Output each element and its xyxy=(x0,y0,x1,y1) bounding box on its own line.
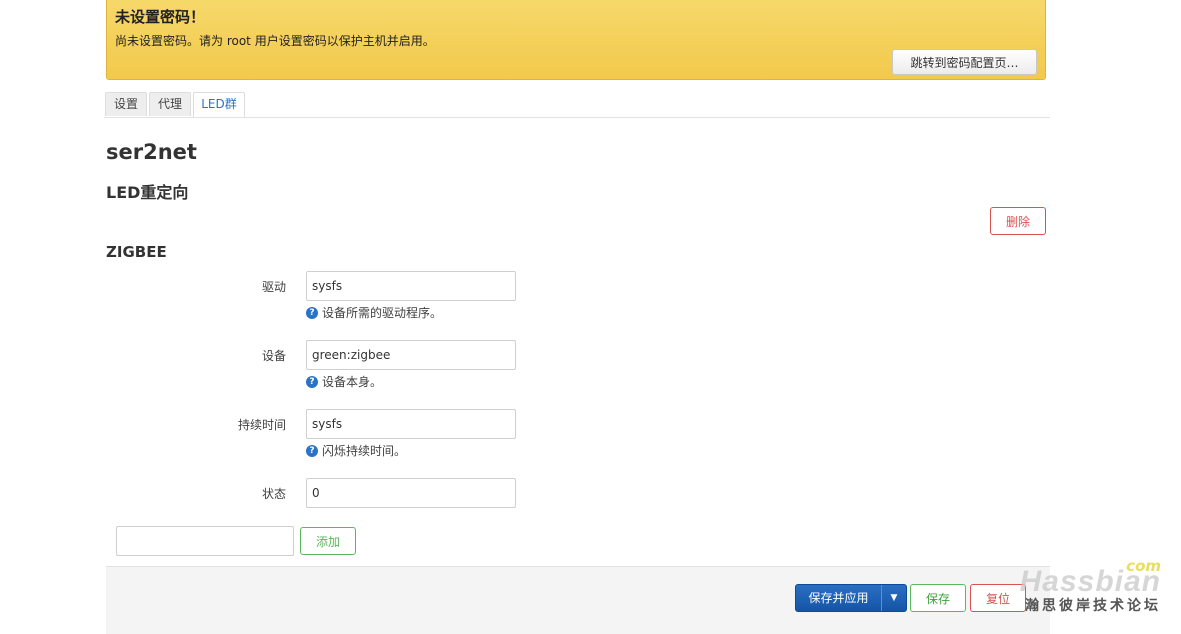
state-label: 状态 xyxy=(261,487,286,501)
driver-input[interactable] xyxy=(306,271,516,301)
goto-password-config-button[interactable]: 跳转到密码配置页… xyxy=(892,49,1037,75)
add-button[interactable]: 添加 xyxy=(300,527,356,555)
help-icon: ? xyxy=(306,444,318,457)
delete-button[interactable]: 删除 xyxy=(990,207,1046,235)
duration-help: ? 闪烁持续时间。 xyxy=(306,442,406,459)
help-icon: ? xyxy=(306,375,318,388)
alert-text: 尚未设置密码。请为 root 用户设置密码以保护主机并启用。 xyxy=(115,34,435,48)
device-label: 设备 xyxy=(261,349,286,363)
state-input[interactable] xyxy=(306,478,516,508)
reset-button[interactable]: 复位 xyxy=(970,584,1026,612)
device-help-text: 设备本身。 xyxy=(322,375,383,389)
device-help: ? 设备本身。 xyxy=(306,373,382,390)
driver-label: 驱动 xyxy=(261,280,286,294)
subsection-title: ZIGBEE xyxy=(106,243,167,261)
driver-help: ? 设备所需的驱动程序。 xyxy=(306,304,442,321)
tab-proxy[interactable]: 代理 xyxy=(149,92,191,116)
page-title: ser2net xyxy=(106,140,197,164)
alert-title: 未设置密码！ xyxy=(115,8,206,26)
action-footer xyxy=(106,566,1050,634)
chevron-down-icon[interactable]: ▼ xyxy=(881,585,906,611)
new-section-name-input[interactable] xyxy=(116,526,294,556)
watermark-com: com xyxy=(1126,557,1161,575)
duration-label: 持续时间 xyxy=(237,418,286,432)
section-title: LED重定向 xyxy=(106,183,189,202)
duration-help-text: 闪烁持续时间。 xyxy=(322,444,407,458)
tab-bar: 设置 代理 LED群 xyxy=(104,92,1050,118)
device-input[interactable] xyxy=(306,340,516,370)
help-icon: ? xyxy=(306,306,318,319)
driver-help-text: 设备所需的驱动程序。 xyxy=(322,306,443,320)
save-apply-button[interactable]: 保存并应用 ▼ xyxy=(795,584,907,612)
save-apply-label[interactable]: 保存并应用 xyxy=(796,585,881,611)
duration-input[interactable] xyxy=(306,409,516,439)
no-password-alert: 未设置密码！ 尚未设置密码。请为 root 用户设置密码以保护主机并启用。 跳转… xyxy=(106,0,1046,80)
tab-settings[interactable]: 设置 xyxy=(105,92,147,116)
save-button[interactable]: 保存 xyxy=(910,584,966,612)
tab-led[interactable]: LED群 xyxy=(193,92,245,117)
